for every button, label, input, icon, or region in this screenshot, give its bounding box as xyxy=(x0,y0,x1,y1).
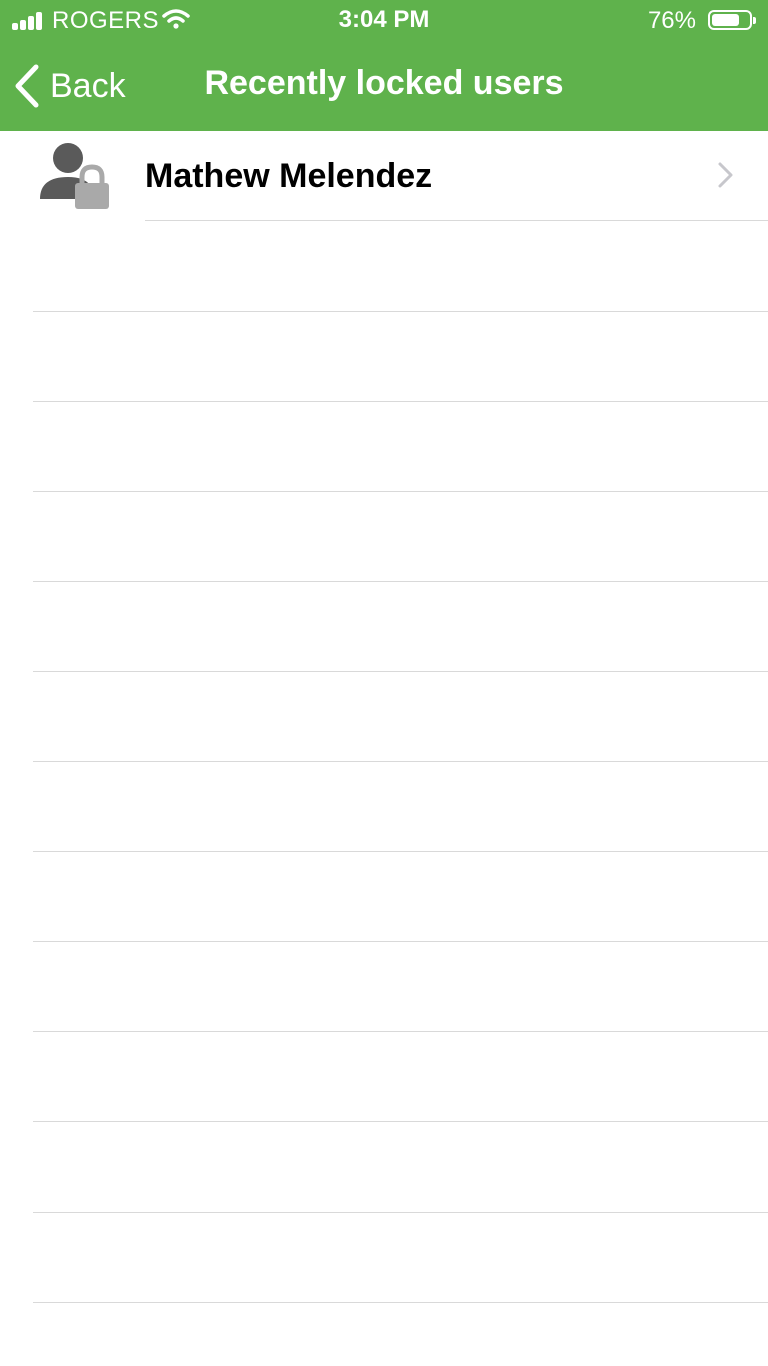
page-title: Recently locked users xyxy=(204,64,564,102)
row-separator xyxy=(33,941,768,942)
row-separator xyxy=(145,220,768,221)
battery-percent: 76% xyxy=(647,7,696,34)
row-separator xyxy=(33,671,768,672)
user-name: Mathew Melendez xyxy=(145,157,433,195)
row-separator xyxy=(33,311,768,312)
locked-user-icon xyxy=(38,141,110,211)
row-separator xyxy=(33,1031,768,1032)
row-separator xyxy=(33,1121,768,1122)
chevron-right-icon xyxy=(716,161,734,194)
row-separator xyxy=(33,401,768,402)
row-separator xyxy=(33,761,768,762)
battery-icon xyxy=(708,10,756,30)
row-separator xyxy=(33,851,768,852)
row-separator xyxy=(33,1212,768,1213)
navigation-header: ROGERS 3:04 PM 76% Back Recently locked … xyxy=(0,0,768,131)
row-separator xyxy=(33,581,768,582)
status-bar: ROGERS 3:04 PM 76% xyxy=(0,0,768,44)
row-separator xyxy=(33,491,768,492)
row-separator xyxy=(33,1302,768,1303)
list-item-locked-user[interactable]: Mathew Melendez xyxy=(0,131,768,220)
